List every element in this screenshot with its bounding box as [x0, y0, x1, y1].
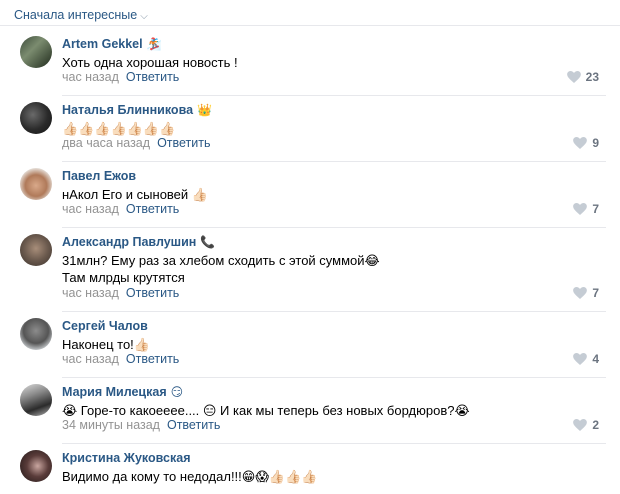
heart-icon [573, 203, 588, 215]
comment-line: Видимо да кому то недодал!!!😁😱👍🏻👍🏻👍🏻 [62, 469, 318, 484]
sort-divider [0, 25, 620, 26]
like-button[interactable]: 2 [573, 418, 599, 432]
chevron-down-icon: ⌵ [140, 11, 148, 22]
like-button[interactable]: 9 [573, 136, 599, 150]
comment-item: Наталья Блинникова 👑 👍🏻👍🏻👍🏻👍🏻👍🏻👍🏻👍🏻 два ч… [0, 96, 620, 162]
comment-text: Наконец то!👍🏻 [62, 336, 150, 353]
comment-meta: час назад Ответить [62, 352, 179, 366]
like-count: 7 [592, 286, 599, 300]
avatar[interactable] [20, 168, 52, 200]
avatar[interactable] [20, 36, 52, 68]
comment-meta: 34 минуты назад Ответить [62, 418, 220, 432]
comment-text: 👍🏻👍🏻👍🏻👍🏻👍🏻👍🏻👍🏻 [62, 120, 175, 137]
reply-button[interactable]: Ответить [126, 352, 179, 366]
comment-text: Видимо да кому то недодал!!!😁😱👍🏻👍🏻👍🏻 [62, 468, 317, 485]
comment-line: 👍🏻👍🏻👍🏻👍🏻👍🏻👍🏻👍🏻 [62, 121, 176, 136]
sort-label: Сначала интересные [14, 8, 138, 22]
comment-item: Сергей Чалов Наконец то!👍🏻 час назад Отве… [0, 312, 620, 378]
author-name[interactable]: Сергей Чалов [62, 319, 148, 333]
like-count: 23 [585, 70, 599, 84]
comment-meta: два часа назад Ответить [62, 136, 211, 150]
like-count: 9 [592, 136, 599, 150]
comment-time[interactable]: час назад [62, 70, 119, 84]
reply-button[interactable]: Ответить [167, 418, 220, 432]
author-badge: 😏 [170, 385, 184, 399]
heart-icon [573, 353, 588, 365]
like-count: 7 [592, 202, 599, 216]
like-button[interactable]: 23 [566, 70, 599, 84]
comment-line: 😭 Горе-то какоееее.... 😑 И как мы теперь… [62, 403, 470, 418]
comment-time[interactable]: час назад [62, 202, 119, 216]
avatar[interactable] [20, 450, 52, 482]
comment-time[interactable]: 34 минуты назад [62, 418, 160, 432]
comment-author[interactable]: Павел Ежов [62, 169, 140, 183]
comment-item: Кристина Жуковская Видимо да кому то нед… [0, 444, 620, 494]
heart-icon [566, 71, 581, 83]
comment-text: нАкол Его и сыновей 👍🏻 [62, 186, 208, 203]
avatar[interactable] [20, 102, 52, 134]
avatar[interactable] [20, 318, 52, 350]
comment-author[interactable]: Кристина Жуковская [62, 451, 191, 465]
comment-text: 31млн? Ему раз за хлебом сходить с этой … [62, 252, 380, 286]
comment-meta: час назад Ответить [62, 202, 179, 216]
author-name[interactable]: Мария Милецкая [62, 385, 167, 399]
author-name[interactable]: Artem Gekkel [62, 37, 143, 51]
comment-time[interactable]: час назад [62, 352, 119, 366]
comment-author[interactable]: Наталья Блинникова 👑 [62, 103, 212, 117]
like-count: 2 [592, 418, 599, 432]
author-name[interactable]: Кристина Жуковская [62, 451, 191, 465]
author-badge: 📞 [200, 235, 216, 249]
comment-time[interactable]: два часа назад [62, 136, 150, 150]
reply-button[interactable]: Ответить [126, 202, 179, 216]
comment-author[interactable]: Мария Милецкая 😏 [62, 385, 183, 399]
comment-line: Хоть одна хорошая новость ! [62, 55, 238, 70]
comment-time[interactable]: час назад [62, 286, 119, 300]
heart-icon [573, 419, 588, 431]
reply-button[interactable]: Ответить [126, 70, 179, 84]
comment-item: Александр Павлушин 📞 31млн? Ему раз за хл… [0, 228, 620, 312]
comment-author[interactable]: Artem Gekkel 🏂 [62, 37, 162, 51]
like-count: 4 [592, 352, 599, 366]
comment-text: Хоть одна хорошая новость ! [62, 54, 238, 71]
comment-item: Artem Gekkel 🏂 Хоть одна хорошая новость … [0, 30, 620, 96]
heart-icon [573, 137, 588, 149]
heart-icon [573, 287, 588, 299]
comment-line: нАкол Его и сыновей 👍🏻 [62, 187, 208, 202]
comment-meta: час назад Ответить [62, 70, 179, 84]
author-name[interactable]: Павел Ежов [62, 169, 136, 183]
comment-author[interactable]: Сергей Чалов [62, 319, 152, 333]
like-button[interactable]: 7 [573, 286, 599, 300]
reply-button[interactable]: Ответить [157, 136, 210, 150]
comment-meta: час назад Ответить [62, 286, 179, 300]
comment-item: Мария Милецкая 😏 😭 Горе-то какоееее.... 😑… [0, 378, 620, 444]
comment-line: Там млрды крутятся [62, 270, 185, 285]
comment-line: 31млн? Ему раз за хлебом сходить с этой … [62, 253, 380, 268]
avatar[interactable] [20, 234, 52, 266]
reply-button[interactable]: Ответить [126, 286, 179, 300]
like-button[interactable]: 4 [573, 352, 599, 366]
author-badge: 👑 [197, 103, 212, 117]
avatar[interactable] [20, 384, 52, 416]
author-name[interactable]: Наталья Блинникова [62, 103, 193, 117]
comment-author[interactable]: Александр Павлушин 📞 [62, 235, 215, 249]
comment-line: Наконец то!👍🏻 [62, 337, 150, 352]
comment-item: Павел Ежов нАкол Его и сыновей 👍🏻 час на… [0, 162, 620, 228]
like-button[interactable]: 7 [573, 202, 599, 216]
author-badge: 🏂 [146, 37, 162, 51]
comment-text: 😭 Горе-то какоееее.... 😑 И как мы теперь… [62, 402, 470, 419]
sort-dropdown[interactable]: Сначала интересные ⌵ [14, 8, 148, 22]
author-name[interactable]: Александр Павлушин [62, 235, 196, 249]
